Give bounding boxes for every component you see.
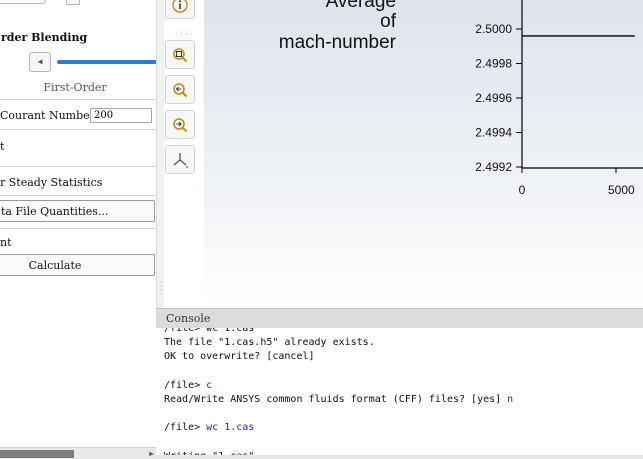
- console-command: wc 1.cas: [206, 422, 255, 434]
- axes-button[interactable]: [165, 145, 195, 174]
- x-tick-label: 5000: [608, 183, 635, 197]
- unsteady-statistics-checkbox-label[interactable]: r Steady Statistics: [0, 176, 156, 189]
- xy-plot-area[interactable]: Average of mach-number 2.5000 2.4998 2.499…: [204, 0, 643, 308]
- y-tick-label: 2.4994: [475, 126, 512, 140]
- zoom-in-icon: [173, 82, 188, 97]
- toolbar-grip-icon: ::::: [174, 29, 195, 37]
- slider-decrement-button[interactable]: ◀: [29, 52, 51, 72]
- order-blending-slider[interactable]: [57, 60, 156, 64]
- top-dropdown[interactable]: [0, 0, 46, 4]
- console-command: n: [507, 394, 514, 405]
- scroll-right-icon[interactable]: ▶: [149, 449, 154, 458]
- y-tick-label: 2.5000: [475, 22, 512, 36]
- zoom-out-button[interactable]: [165, 110, 195, 139]
- info-icon: [172, 0, 188, 13]
- console-line: /file> c: [164, 379, 213, 391]
- x-tick-label: 0: [519, 183, 526, 197]
- task-panel: rder Blending ◀ First-Order Courant Numb…: [0, 0, 156, 459]
- courant-number-input[interactable]: [90, 108, 152, 123]
- info-button[interactable]: [165, 0, 195, 19]
- console-bottom-bar: [156, 455, 643, 459]
- top-spin-button[interactable]: [66, 0, 80, 5]
- y-tick-label: 2.4998: [475, 57, 512, 71]
- console-line: Read/Write ANSYS common fluids format (C…: [164, 394, 514, 405]
- zoom-in-button[interactable]: [165, 75, 195, 104]
- calculate-label: Calculate: [28, 259, 82, 272]
- scrollbar-thumb[interactable]: [0, 450, 74, 458]
- console-header: Console: [156, 308, 643, 328]
- panel-horizontal-scrollbar[interactable]: ▶: [0, 447, 156, 459]
- calculate-button[interactable]: Calculate: [0, 254, 155, 276]
- console-output[interactable]: /file> wc 1.cas The file "1.cas.h5" alrea…: [156, 328, 643, 459]
- zoom-to-fit-icon: [173, 47, 188, 62]
- courant-number-label: Courant Number: [0, 109, 90, 122]
- slider-value-label: First-Order: [43, 81, 107, 94]
- zoom-out-icon: [173, 117, 188, 132]
- console-line: /file> wc 1.cas: [164, 328, 255, 334]
- console-command: c: [206, 379, 213, 391]
- chart-svg: 2.5000 2.4998 2.4996 2.4994 2.4992 0 5000: [475, 0, 643, 197]
- data-file-quantities-label: ta File Quantities...: [1, 205, 109, 218]
- console-title: Console: [166, 312, 211, 325]
- console-line: /file> wc 1.cas: [164, 422, 255, 434]
- panel-item: t: [0, 140, 5, 153]
- data-file-quantities-button[interactable]: ta File Quantities...: [0, 200, 155, 222]
- graphics-toolbar: ::::: [164, 0, 204, 308]
- order-blending-label: rder Blending: [1, 31, 88, 44]
- y-tick-label: 2.4992: [475, 160, 512, 174]
- console-line: OK to overwrite? [cancel]: [164, 351, 315, 363]
- panel-item: nt: [0, 236, 12, 249]
- y-tick-label: 2.4996: [475, 91, 512, 105]
- console-line: The file "1.cas.h5" already exists.: [164, 337, 375, 349]
- axes-icon: [173, 152, 188, 168]
- zoom-to-fit-button[interactable]: [165, 40, 195, 69]
